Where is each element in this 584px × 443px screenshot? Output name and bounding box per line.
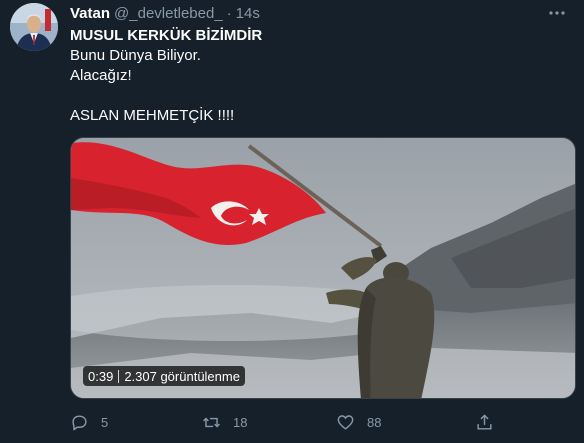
tweet-timestamp[interactable]: 14s [236, 5, 260, 22]
tweet-header: Vatan @_devletlebed_ · 14s [70, 4, 260, 22]
video-duration: 0:39 [88, 368, 114, 384]
reply-button[interactable]: 5 [70, 413, 108, 432]
avatar-image [10, 3, 58, 51]
tweet-actions: 5 18 88 [70, 410, 500, 434]
author-name[interactable]: Vatan [70, 5, 110, 22]
tweet-text-line: Bunu Dünya Biliyor. [70, 47, 201, 64]
video-frame [71, 138, 575, 398]
video-view-count: 2.307 görüntülenme [124, 368, 240, 384]
tweet-text: MUSUL KERKÜK BİZİMDİR Bunu Dünya Biliyor… [70, 26, 262, 126]
like-icon [337, 414, 354, 430]
share-button[interactable] [475, 413, 494, 432]
video-info-badge: 0:39 2.307 görüntülenme [83, 366, 245, 386]
tweet-text-line: MUSUL KERKÜK BİZİMDİR [70, 27, 263, 44]
header-separator: · [226, 4, 232, 22]
retweet-count: 18 [233, 414, 248, 430]
retweet-icon [203, 417, 220, 427]
share-icon [477, 413, 492, 430]
more-dots-icon[interactable] [546, 4, 568, 22]
video-player[interactable]: 0:39 2.307 görüntülenme [70, 137, 576, 399]
badge-divider [118, 369, 120, 383]
tweet-text-line: ASLAN MEHMETÇİK !!!! [70, 107, 235, 124]
author-handle[interactable]: @_devletlebed_ [114, 5, 223, 22]
reply-icon [72, 414, 87, 430]
like-count: 88 [367, 414, 382, 430]
retweet-button[interactable]: 18 [202, 413, 247, 432]
reply-count: 5 [101, 414, 109, 430]
like-button[interactable]: 88 [336, 413, 381, 432]
tweet-text-line: Alacağız! [70, 67, 132, 84]
avatar[interactable] [10, 3, 58, 51]
tweet[interactable]: Vatan @_devletlebed_ · 14s MUSUL KERKÜK … [0, 0, 584, 443]
